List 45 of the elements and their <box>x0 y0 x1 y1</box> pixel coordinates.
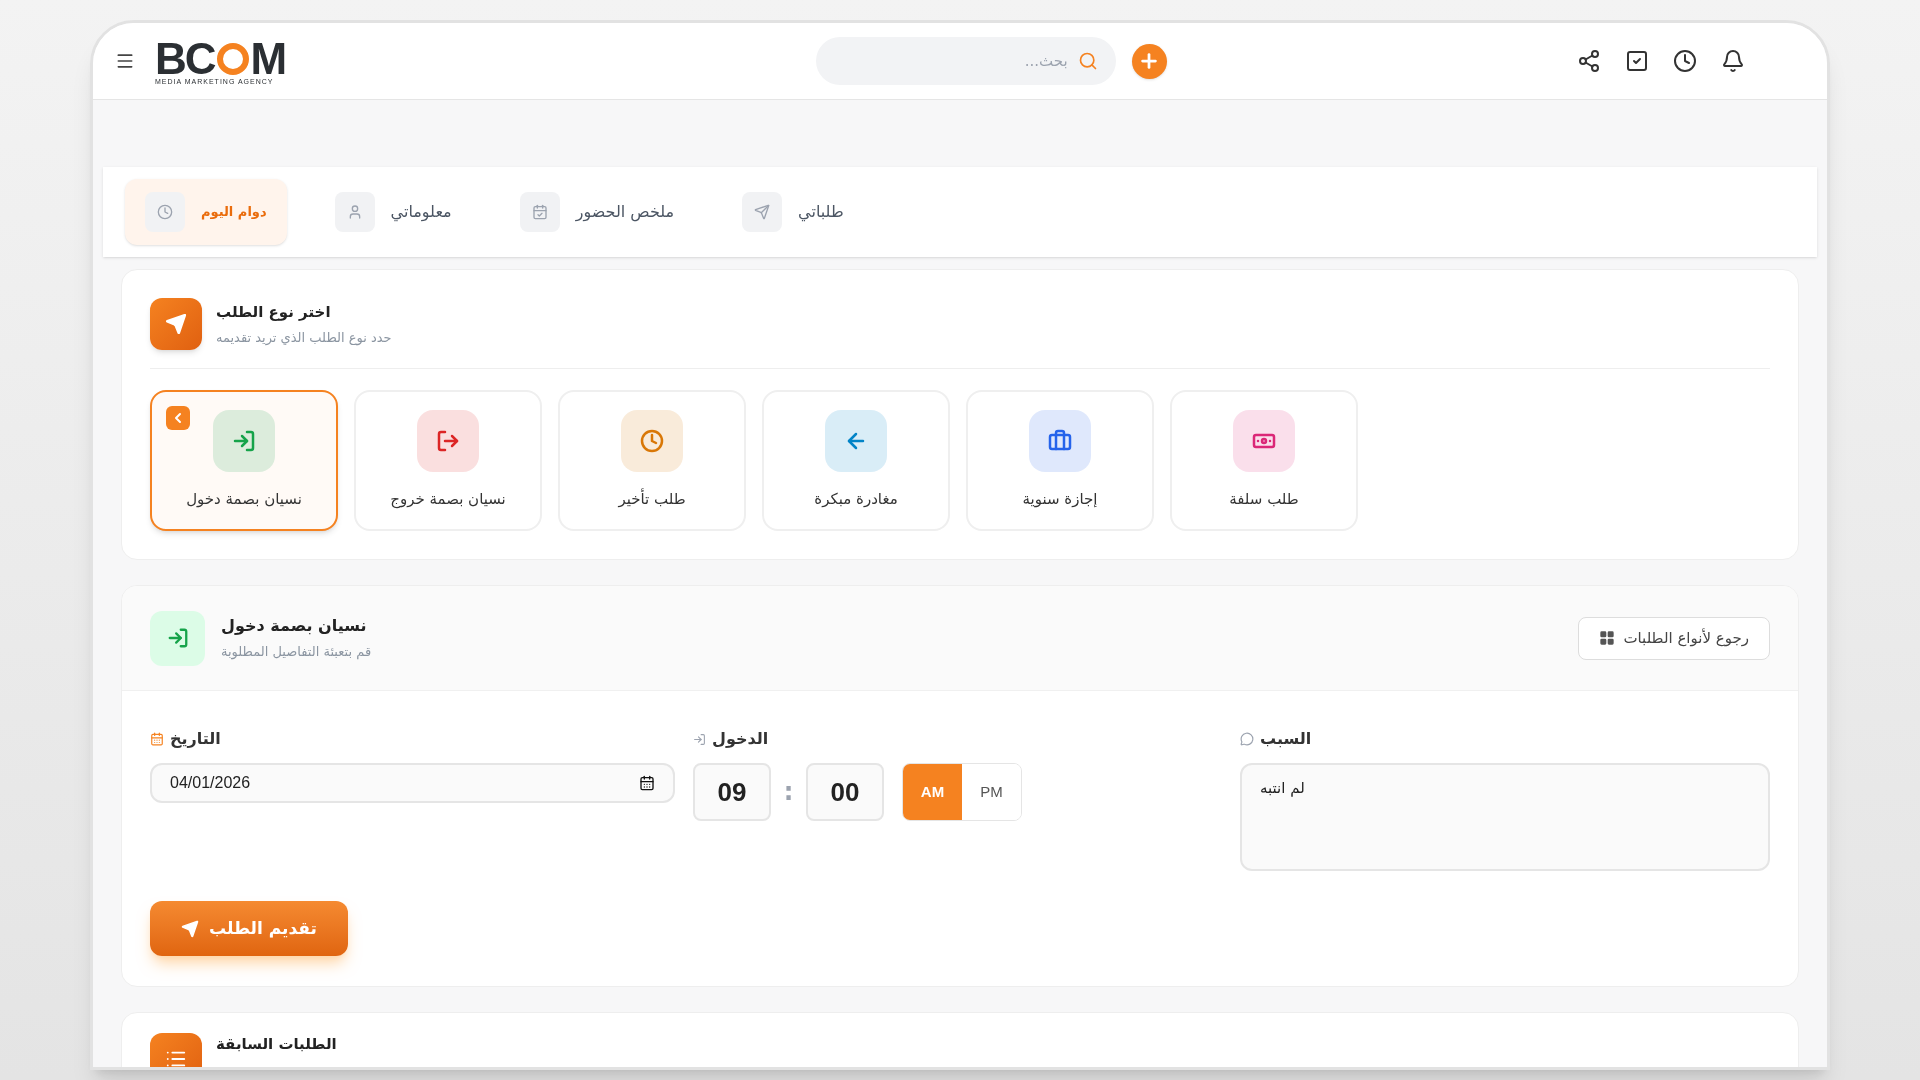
grid-icon <box>1599 630 1616 646</box>
login-icon <box>150 610 205 666</box>
reason-field[interactable]: لم انتبه <box>1240 763 1770 871</box>
section-title: الطلبات السابقة <box>216 1034 337 1055</box>
request-type-option[interactable]: نسيان بصمة خروج <box>354 390 542 531</box>
date-input[interactable]: 04/01/2026 <box>170 771 639 795</box>
clock-icon <box>157 204 173 220</box>
section-subtitle: حدد نوع الطلب الذي تريد تقديمه <box>216 328 392 347</box>
request-type-option[interactable]: إجازة سنوية <box>966 390 1154 531</box>
share-icon[interactable] <box>1577 49 1601 73</box>
bell-icon[interactable] <box>1721 49 1745 73</box>
request-type-option[interactable]: طلب تأخير <box>558 390 746 531</box>
tab[interactable]: ملخص الحضور <box>499 179 695 245</box>
tab[interactable]: معلوماتي <box>314 179 472 245</box>
field-label: السبب <box>1260 728 1312 750</box>
form-title: نسيان بصمة دخول <box>221 615 368 638</box>
calendar-icon[interactable] <box>639 775 655 791</box>
login-icon <box>693 732 706 746</box>
date-field[interactable]: 04/01/2026 <box>150 763 675 803</box>
request-type-option[interactable]: مغادرة مبكرة <box>762 390 950 531</box>
logo-ring-icon <box>215 42 250 76</box>
calendar-icon <box>531 204 548 220</box>
request-type-option[interactable]: طلب سلفة <box>1170 390 1358 531</box>
menu-icon[interactable] <box>115 51 135 71</box>
request-type-option[interactable]: نسيان بصمة دخول <box>150 390 338 531</box>
section-title: اختر نوع الطلب <box>216 302 332 323</box>
send-icon <box>754 204 771 220</box>
chevron-icon <box>166 406 190 430</box>
back-button[interactable]: رجوع لأنواع الطلبات <box>1578 616 1770 660</box>
add-button[interactable] <box>1131 43 1167 79</box>
calendar-icon <box>150 732 164 746</box>
field-label: التاريخ <box>170 728 221 750</box>
hour-field[interactable]: 09 <box>693 763 771 821</box>
time-separator: : <box>782 777 795 808</box>
clock-icon[interactable] <box>1673 49 1697 73</box>
checklist-icon[interactable] <box>1625 49 1649 73</box>
search-input[interactable]: بحث... <box>833 49 1068 73</box>
comment-icon <box>1240 732 1254 746</box>
form-subtitle: قم بتعبئة التفاصيل المطلوبة <box>221 643 373 662</box>
search-field[interactable]: بحث... <box>815 37 1116 85</box>
tab[interactable]: طلباتي <box>722 179 864 245</box>
send-icon <box>150 298 202 350</box>
field-label: الدخول <box>712 728 769 750</box>
minute-field[interactable]: 00 <box>806 763 884 821</box>
send-icon <box>181 919 200 938</box>
